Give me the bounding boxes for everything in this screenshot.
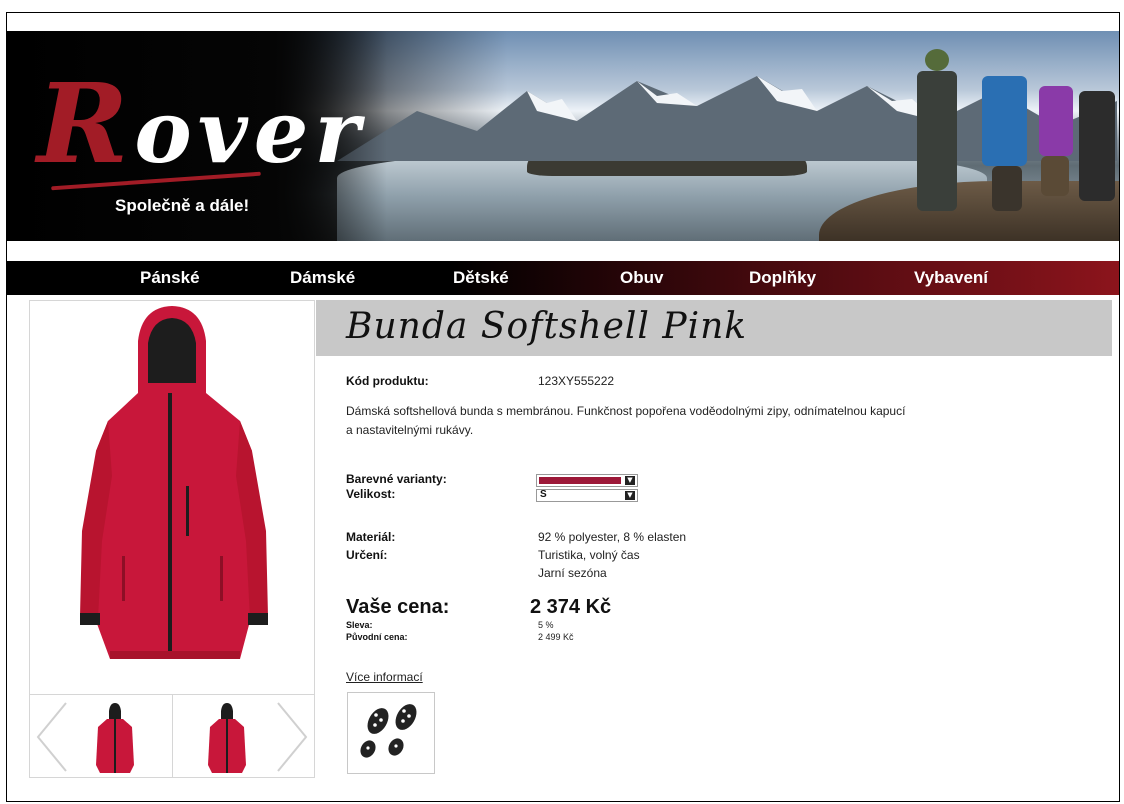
color-variants-label: Barevné varianty: — [346, 472, 447, 486]
discount-label: Sleva: — [346, 620, 373, 630]
hiker-legs — [1041, 156, 1069, 196]
price-value: 2 374 Kč — [530, 596, 612, 618]
hiker-figure — [1079, 91, 1115, 201]
hiker-hat — [925, 49, 949, 71]
hiker-figure — [1039, 86, 1073, 156]
hiker-legs — [992, 166, 1022, 211]
product-main-image[interactable] — [30, 301, 314, 694]
product-code-value: 123XY555222 — [538, 374, 615, 388]
size-select[interactable]: S ▼ — [536, 489, 638, 502]
material-label: Materiál: — [346, 530, 396, 544]
product-description: Dámská softshellová bunda s membránou. F… — [346, 404, 906, 437]
chevron-down-icon: ▼ — [625, 476, 635, 485]
nav-item-detske[interactable]: Dětské — [453, 268, 509, 288]
nav-item-obuv[interactable]: Obuv — [620, 268, 663, 288]
color-select[interactable]: ▼ — [536, 474, 638, 487]
site-logo[interactable]: Rover — [37, 69, 366, 179]
nav-item-doplnky[interactable]: Doplňky — [749, 268, 816, 288]
gallery-next-arrow[interactable] — [274, 695, 310, 778]
purpose-label: Určení: — [346, 548, 388, 562]
more-info-link[interactable]: Více informací — [346, 670, 423, 684]
logo-letter: R — [37, 59, 135, 188]
footprint-icon[interactable] — [347, 692, 435, 774]
discount-value: 5 % — [538, 620, 554, 630]
product-gallery — [29, 300, 315, 778]
thumbnail-jacket-2[interactable] — [202, 703, 252, 773]
material-value: 92 % polyester, 8 % elasten — [538, 530, 687, 544]
header-banner: Rover Společně a dále! — [7, 31, 1119, 241]
main-nav: Pánské Dámské Dětské Obuv Doplňky Vybave… — [7, 261, 1119, 295]
thumbnail-strip — [30, 694, 314, 778]
color-swatch — [539, 477, 621, 484]
product-title: Bunda Softshell Pink — [346, 306, 748, 347]
site-tagline: Společně a dále! — [115, 196, 250, 215]
price-label: Vaše cena: — [346, 596, 450, 618]
season-value: Jarní sezóna — [538, 566, 607, 580]
size-select-value: S — [540, 489, 547, 500]
product-code-label: Kód produktu: — [346, 374, 429, 388]
gallery-prev-arrow[interactable] — [34, 695, 70, 778]
chevron-down-icon: ▼ — [625, 491, 635, 500]
thumbnail-divider — [172, 695, 173, 778]
hiker-figure — [982, 76, 1027, 166]
size-label: Velikost: — [346, 487, 396, 501]
hiker-figure — [917, 71, 957, 211]
nav-item-vybaveni[interactable]: Vybavení — [914, 268, 988, 288]
thumbnail-jacket-1[interactable] — [90, 703, 140, 773]
original-price-value: 2 499 Kč — [538, 632, 574, 642]
nav-item-damske[interactable]: Dámské — [290, 268, 355, 288]
nav-item-panske[interactable]: Pánské — [140, 268, 200, 288]
original-price-label: Původní cena: — [346, 632, 408, 642]
purpose-value: Turistika, volný čas — [538, 548, 640, 562]
boot-print-icon — [360, 704, 417, 758]
product-title-bar: Bunda Softshell Pink — [316, 300, 1112, 356]
